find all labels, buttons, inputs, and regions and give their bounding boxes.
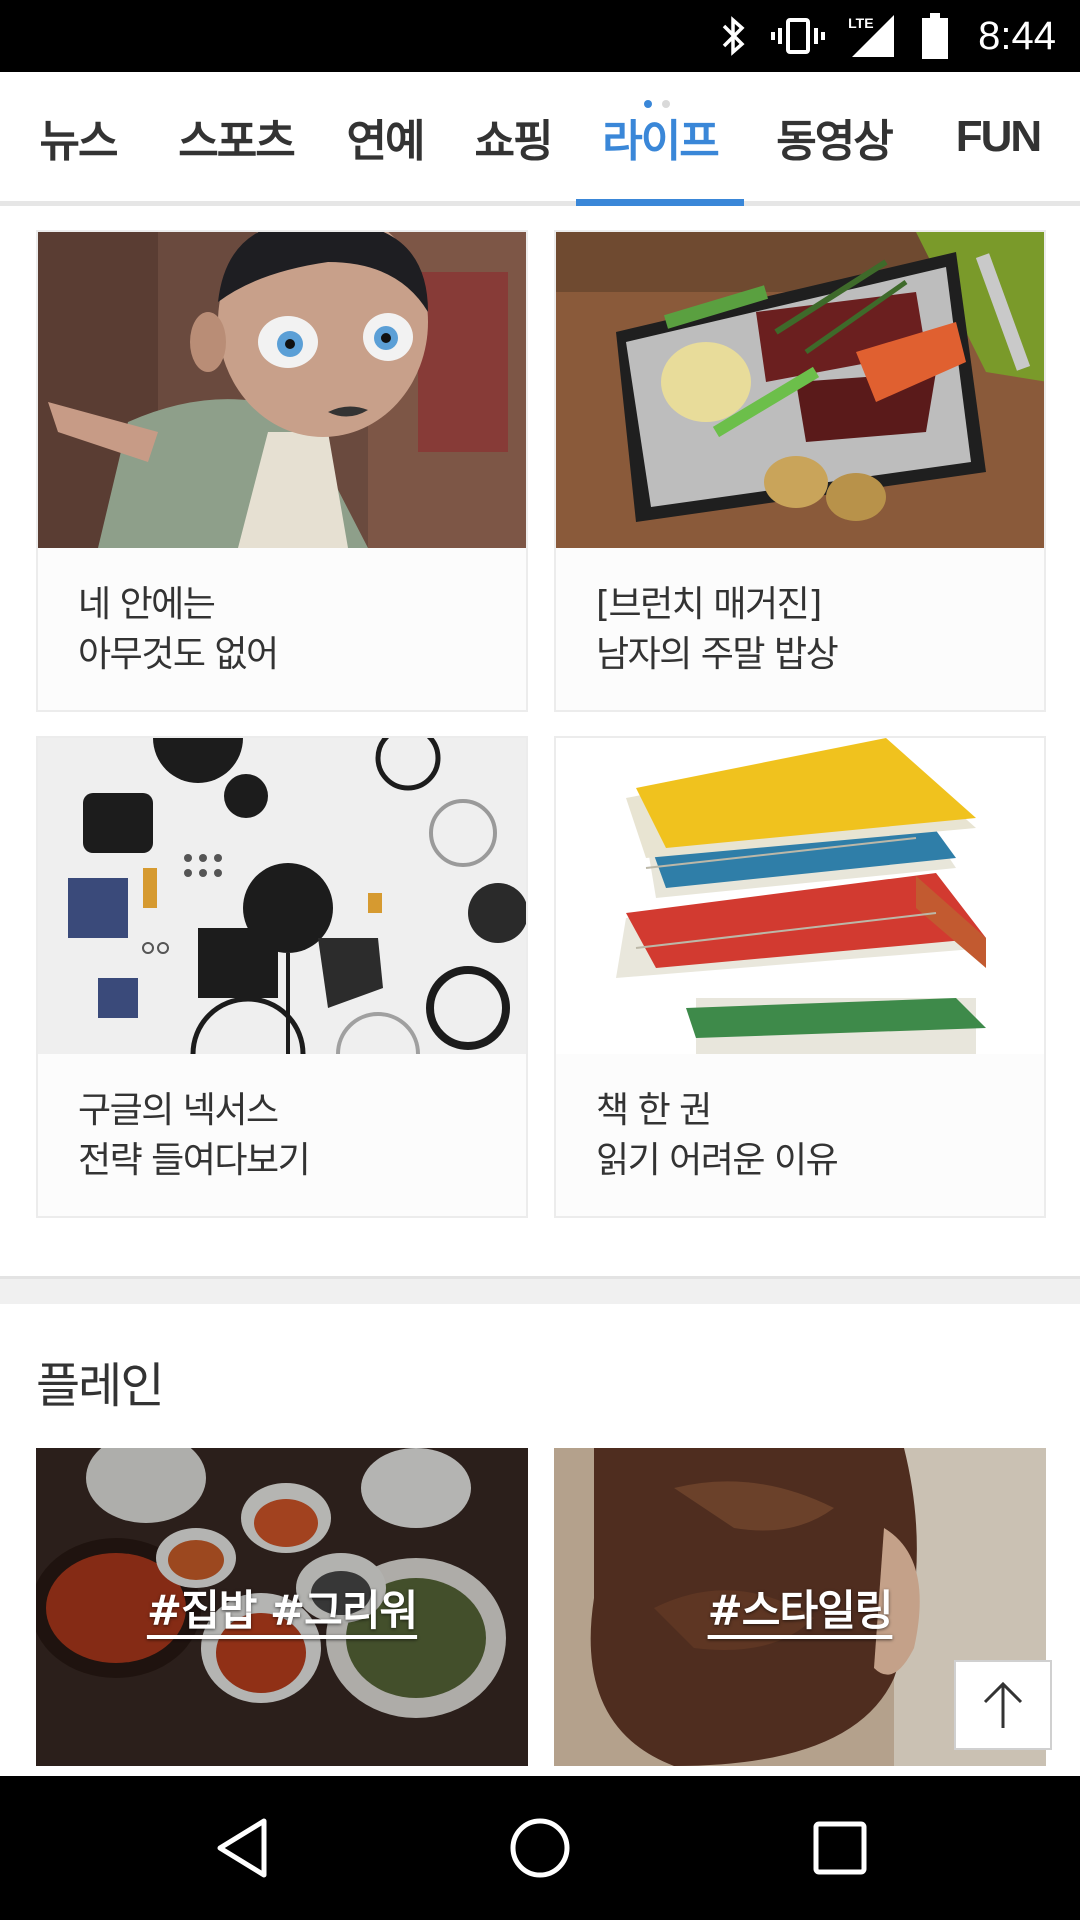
vibrate-icon — [770, 14, 826, 58]
card-title-line2: 아무것도 없어 — [78, 634, 279, 675]
status-bar: LTE 8:44 — [0, 0, 1080, 72]
tab-video[interactable]: 동영상 — [766, 72, 902, 201]
card-caption: 네 안에는 아무것도 없어 — [38, 548, 526, 710]
signal-icon: LTE — [848, 11, 898, 61]
back-button[interactable] — [162, 1776, 322, 1920]
battery-icon — [920, 11, 950, 61]
card-title-line2: 남자의 주말 밥상 — [596, 634, 839, 675]
scroll-to-top-button[interactable] — [954, 1660, 1052, 1750]
card-caption: [브런치 매거진] 남자의 주말 밥상 — [556, 548, 1044, 710]
clock: 8:44 — [978, 13, 1056, 58]
card-caption: 책 한 권 읽기 어려운 이유 — [556, 1054, 1044, 1216]
card-title-line1: 구글의 넥서스 — [78, 1090, 279, 1131]
system-nav-bar — [0, 1776, 1080, 1920]
card-title-line1: 네 안에는 — [78, 584, 216, 625]
tab-life[interactable]: 라이프 — [590, 72, 730, 201]
arrow-up-icon — [983, 1681, 1023, 1728]
home-icon — [510, 1818, 570, 1878]
active-tab-indicator — [576, 199, 744, 206]
mask-head-photo — [38, 232, 526, 548]
card-caption: 구글의 넥서스 전략 들여다보기 — [38, 1054, 526, 1216]
tab-entertainment[interactable]: 연예 — [340, 72, 430, 201]
tab-shopping[interactable]: 쇼핑 — [468, 72, 558, 201]
card-title-line2: 전략 들여다보기 — [78, 1140, 311, 1181]
article-card[interactable]: 구글의 넥서스 전략 들여다보기 — [36, 736, 528, 1218]
tab-sports[interactable]: 스포츠 — [168, 72, 304, 201]
section-title: 플레인 — [36, 1358, 164, 1414]
tile-hashtag-link[interactable]: #집밥 #그리워 — [36, 1448, 528, 1766]
article-card[interactable]: [브런치 매거진] 남자의 주말 밥상 — [554, 230, 1046, 712]
device-parts-photo — [38, 738, 526, 1054]
tab-fun[interactable]: FUN — [948, 72, 1048, 201]
article-card[interactable]: 책 한 권 읽기 어려운 이유 — [554, 736, 1046, 1218]
tab-news[interactable]: 뉴스 — [28, 72, 128, 201]
plain-tile[interactable]: #집밥 #그리워 — [36, 1448, 528, 1766]
book-stack-photo — [556, 738, 1044, 1054]
card-title-line2: 읽기 어려운 이유 — [596, 1140, 839, 1181]
grilled-meat-vegetables-photo — [556, 232, 1044, 548]
card-title-line1: 책 한 권 — [596, 1090, 712, 1131]
back-icon — [217, 1818, 267, 1878]
bluetooth-icon — [718, 14, 748, 58]
status-icons: LTE 8:44 — [718, 0, 1056, 72]
recents-button[interactable] — [760, 1776, 920, 1920]
network-type-label: LTE — [848, 15, 874, 31]
category-tab-bar: 뉴스 스포츠 연예 쇼핑 라이프 동영상 FUN — [0, 72, 1080, 206]
section-divider — [0, 1276, 1080, 1304]
card-title-line1: [브런치 매거진] — [596, 584, 822, 625]
article-card[interactable]: 네 안에는 아무것도 없어 — [36, 230, 528, 712]
home-button[interactable] — [460, 1776, 620, 1920]
recents-icon — [813, 1821, 867, 1875]
